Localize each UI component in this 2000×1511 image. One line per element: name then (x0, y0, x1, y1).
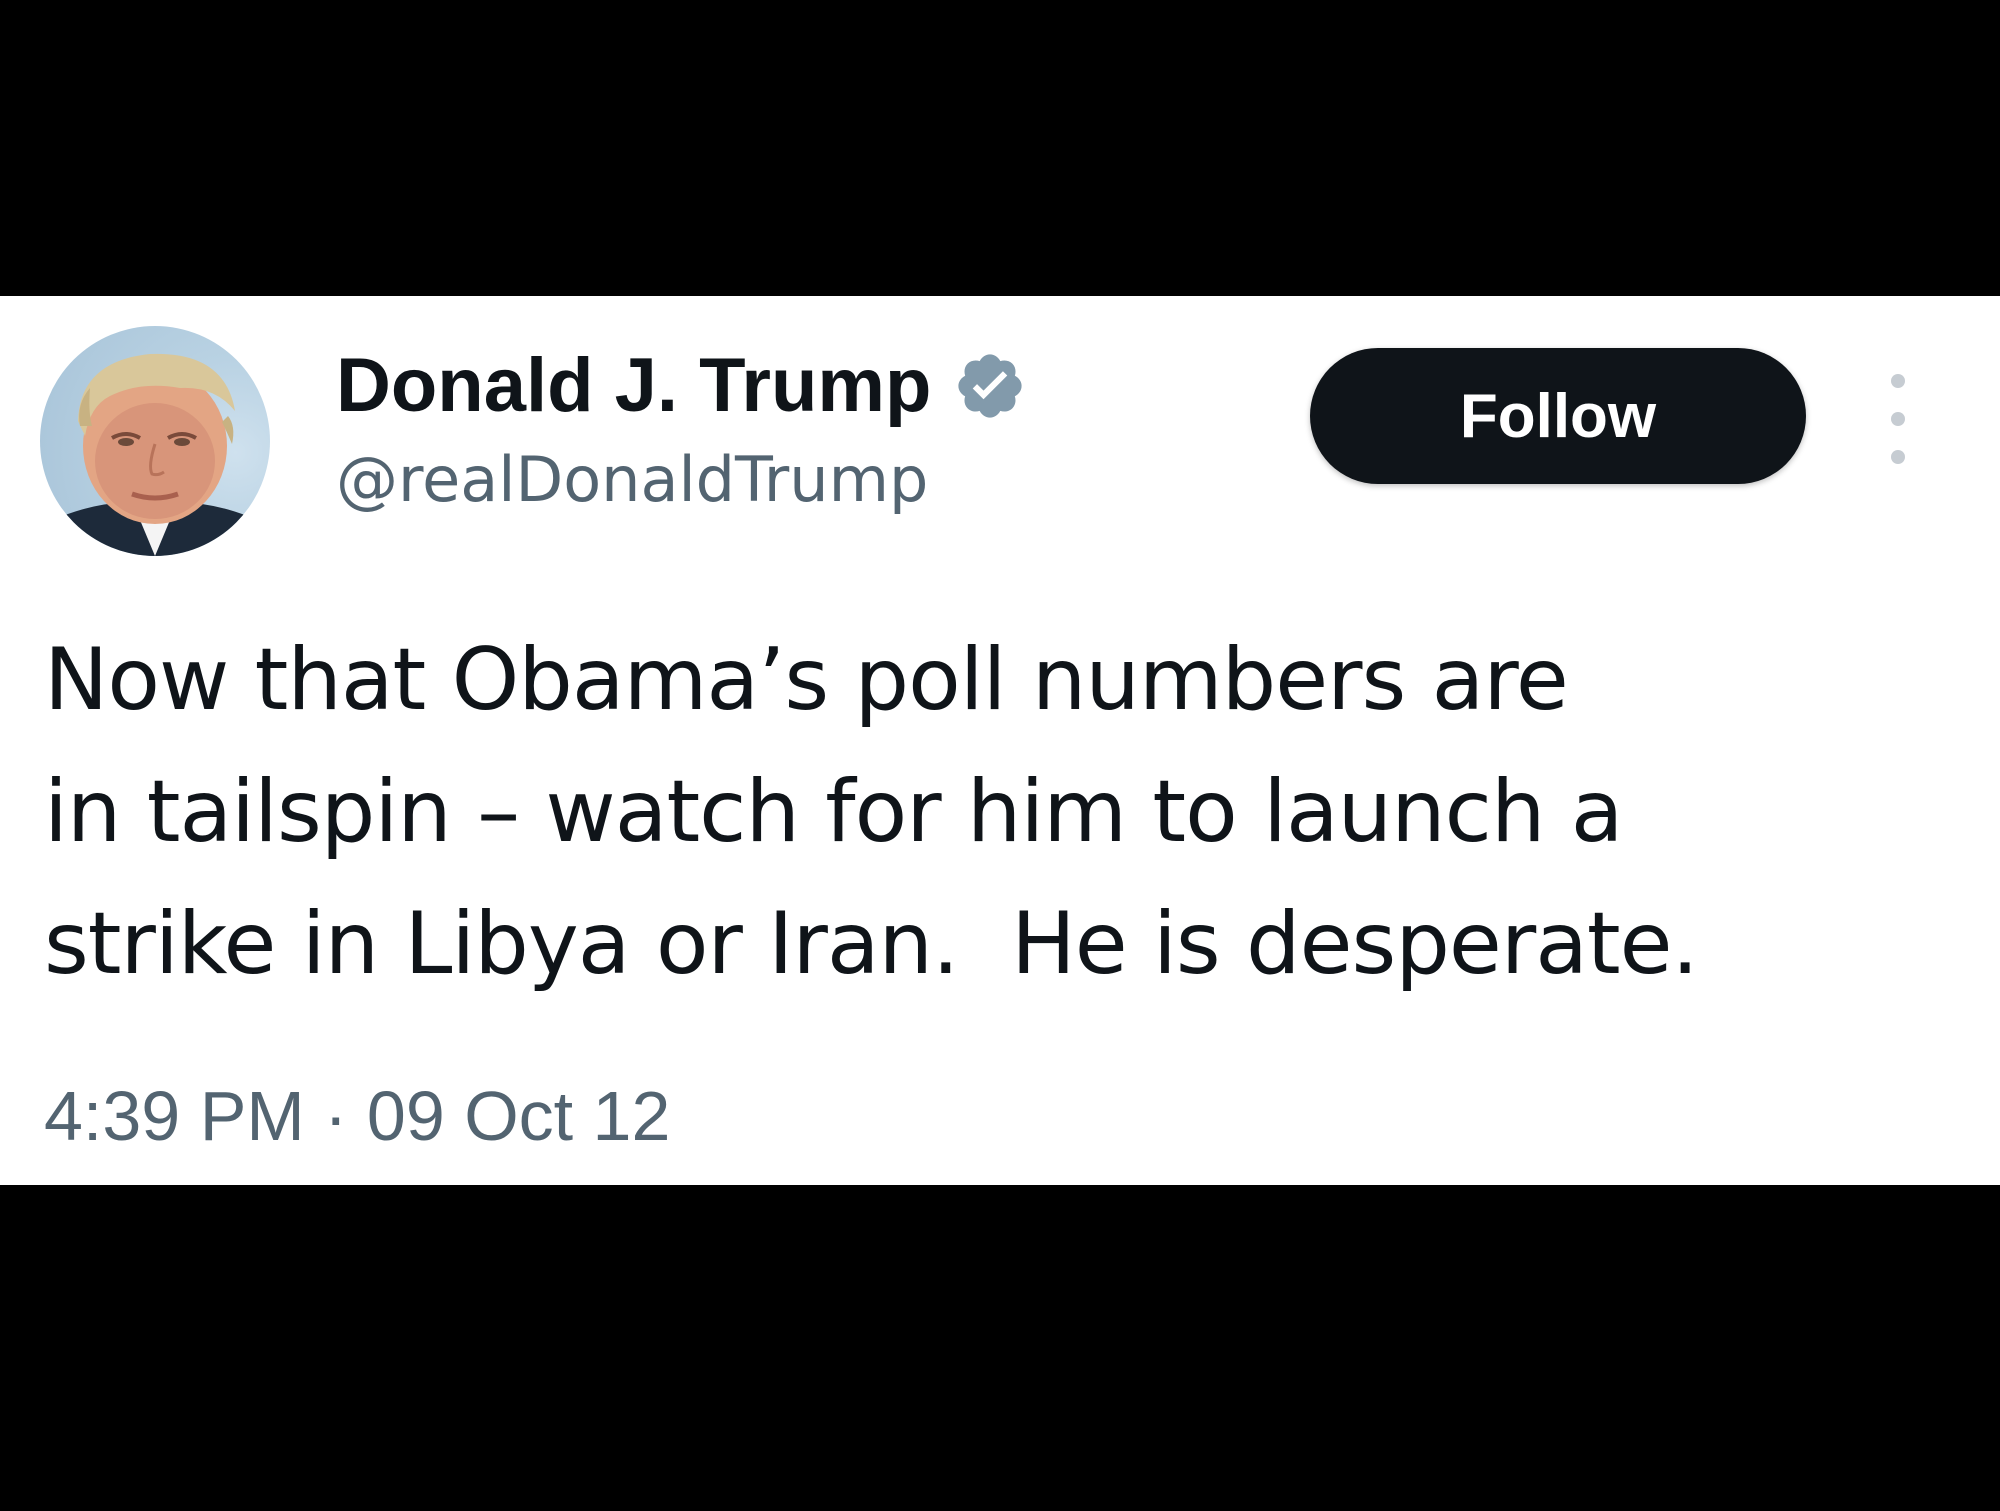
verified-badge-icon[interactable] (953, 349, 1027, 423)
tweet-text-line: in tailspin – watch for him to launch a (44, 762, 1624, 862)
avatar-portrait-icon (40, 353, 270, 556)
follow-button[interactable]: Follow (1310, 348, 1806, 484)
tweet-text: Now that Obama’s poll numbers are in tai… (44, 614, 1944, 1010)
more-options-dot (1891, 412, 1905, 426)
more-options-dot (1891, 374, 1905, 388)
tweet-timestamp[interactable]: 4:39 PM · 09 Oct 12 (44, 1076, 670, 1156)
tweet-text-line: strike in Libya or Iran. He is desperate… (44, 894, 1699, 994)
more-options-icon[interactable] (1876, 374, 1920, 464)
display-name[interactable]: Donald J. Trump (336, 344, 931, 428)
tweet-text-line: Now that Obama’s poll numbers are (44, 630, 1569, 730)
display-name-row[interactable]: Donald J. Trump (336, 344, 1027, 428)
more-options-dot (1891, 450, 1905, 464)
tweet-card: Donald J. Trump @realDonaldTrump Follow … (0, 296, 2000, 1185)
avatar[interactable] (40, 326, 270, 556)
user-handle[interactable]: @realDonaldTrump (336, 444, 928, 516)
screenshot-frame: Donald J. Trump @realDonaldTrump Follow … (0, 0, 2000, 1511)
